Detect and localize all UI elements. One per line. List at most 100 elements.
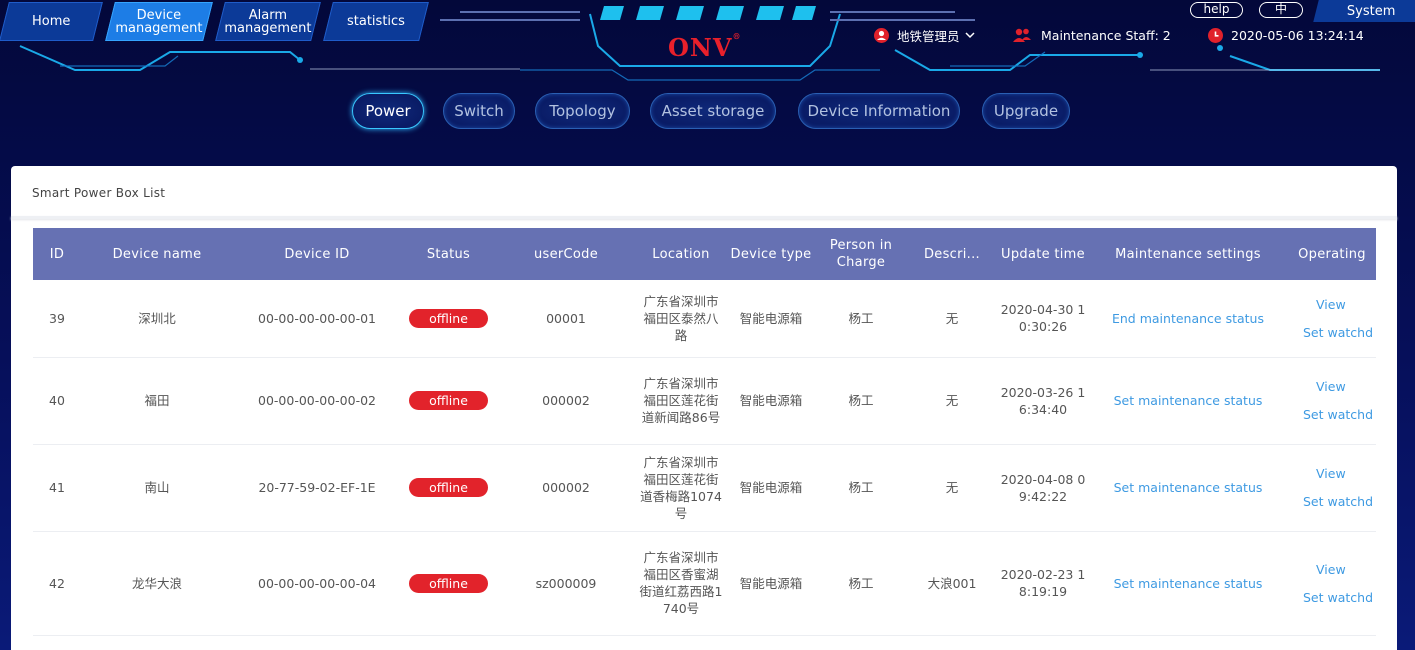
column-header[interactable]: Device name xyxy=(81,228,233,280)
cell-person: 杨工 xyxy=(816,531,906,636)
subtab-asset-storage[interactable]: Asset storage xyxy=(650,93,776,129)
end-maintenance-link[interactable]: End maintenance status xyxy=(1112,311,1264,326)
subtab-topology[interactable]: Topology xyxy=(535,93,630,129)
chevron-down-icon xyxy=(964,32,975,39)
power-box-table: ID Device name Device ID Status userCode… xyxy=(33,228,1376,636)
status-badge: offline xyxy=(409,573,488,593)
set-watchdog-link[interactable]: Set watchd xyxy=(1290,324,1374,341)
set-watchdog-link[interactable]: Set watchd xyxy=(1290,406,1374,423)
cell-location: 广东省深圳市福田区莲花街道香梅路1074号 xyxy=(636,444,726,532)
cell-device-id: 20-77-59-02-EF-1E xyxy=(233,444,401,532)
cell-location: 广东省深圳市福田区香蜜湖街道红荔西路1740号 xyxy=(636,531,726,636)
cell-id: 39 xyxy=(33,280,81,358)
cell-update-time: 2020-03-26 16:34:40 xyxy=(998,357,1088,445)
cell-device-id: 00-00-00-00-00-04 xyxy=(233,531,401,636)
cell-user-code: sz000009 xyxy=(496,531,636,636)
cell-location: 广东省深圳市福田区莲花街道新闻路86号 xyxy=(636,357,726,445)
cell-update-time: 2020-04-30 10:30:26 xyxy=(998,280,1088,358)
maintenance-staff-indicator: Maintenance Staff: 2 xyxy=(1011,26,1171,44)
cell-description: 大浪001 xyxy=(906,531,998,636)
set-maintenance-link[interactable]: Set maintenance status xyxy=(1114,576,1263,591)
subtab-upgrade[interactable]: Upgrade xyxy=(982,93,1070,129)
column-header[interactable]: Device type xyxy=(726,228,816,280)
clock-icon xyxy=(1208,27,1223,43)
language-button[interactable]: 中 xyxy=(1259,2,1303,18)
nav-tab-home[interactable]: Home xyxy=(0,2,103,41)
view-link[interactable]: View xyxy=(1290,296,1374,313)
cell-device-id: 00-00-00-00-00-01 xyxy=(233,280,401,358)
column-header[interactable]: Location xyxy=(636,228,726,280)
cell-device-name: 深圳北 xyxy=(81,280,233,358)
cell-device-name: 龙华大浪 xyxy=(81,531,233,636)
cell-location: 广东省深圳市福田区泰然八路 xyxy=(636,280,726,358)
column-header[interactable]: Device ID xyxy=(233,228,401,280)
current-datetime: 2020-05-06 13:24:14 xyxy=(1231,27,1364,43)
user-icon xyxy=(874,27,889,43)
cell-status: offline xyxy=(401,280,496,358)
cell-device-name: 南山 xyxy=(81,444,233,532)
datetime-display: 2020-05-06 13:24:14 xyxy=(1208,26,1364,44)
set-watchdog-link[interactable]: Set watchd xyxy=(1290,493,1374,510)
column-header[interactable]: userCode xyxy=(496,228,636,280)
subtab-power[interactable]: Power xyxy=(352,93,424,129)
column-header[interactable]: Maintenance settings xyxy=(1088,228,1288,280)
nav-tab-alarm-management[interactable]: Alarm management xyxy=(215,2,321,41)
staff-icon xyxy=(1013,28,1031,42)
cell-device-type: 智能电源箱 xyxy=(726,444,816,532)
nav-tab-device-management[interactable]: Device management xyxy=(105,2,213,41)
cell-user-code: 000002 xyxy=(496,357,636,445)
content-panel: Smart Power Box List ID Device name Devi… xyxy=(11,166,1397,650)
cell-person: 杨工 xyxy=(816,444,906,532)
view-link[interactable]: View xyxy=(1290,465,1374,482)
set-maintenance-link[interactable]: Set maintenance status xyxy=(1114,393,1263,408)
view-link[interactable]: View xyxy=(1290,561,1374,578)
cell-description: 无 xyxy=(906,444,998,532)
column-header[interactable]: Person in Charge xyxy=(816,228,906,280)
table-row: 39 深圳北 00-00-00-00-00-01 offline 00001 广… xyxy=(33,280,1376,358)
cell-description: 无 xyxy=(906,280,998,358)
panel-divider xyxy=(11,216,1397,219)
cell-device-type: 智能电源箱 xyxy=(726,357,816,445)
nav-tab-statistics[interactable]: statistics xyxy=(323,2,429,41)
subtab-switch[interactable]: Switch xyxy=(443,93,515,129)
status-badge: offline xyxy=(409,308,488,328)
system-menu-button[interactable]: System xyxy=(1313,0,1415,22)
company-logo: ONV® xyxy=(668,31,742,62)
cell-operating: View Set watchd xyxy=(1288,444,1376,532)
column-header[interactable]: Descri... xyxy=(906,228,998,280)
cell-person: 杨工 xyxy=(816,357,906,445)
view-link[interactable]: View xyxy=(1290,378,1374,395)
column-header[interactable]: ID xyxy=(33,228,81,280)
subtab-device-information[interactable]: Device Information xyxy=(798,93,960,129)
cell-update-time: 2020-02-23 18:19:19 xyxy=(998,531,1088,636)
user-menu[interactable]: 地铁管理员 xyxy=(874,26,976,44)
table-row: 40 福田 00-00-00-00-00-02 offline 000002 广… xyxy=(33,357,1376,445)
cell-description: 无 xyxy=(906,357,998,445)
cell-status: offline xyxy=(401,444,496,532)
column-header[interactable]: Operating xyxy=(1288,228,1376,280)
column-header[interactable]: Status xyxy=(401,228,496,280)
table-header-row: ID Device name Device ID Status userCode… xyxy=(33,228,1376,280)
table-row: 41 南山 20-77-59-02-EF-1E offline 000002 广… xyxy=(33,444,1376,532)
cell-operating: View Set watchd xyxy=(1288,357,1376,445)
cell-id: 41 xyxy=(33,444,81,532)
cell-user-code: 00001 xyxy=(496,280,636,358)
user-name: 地铁管理员 xyxy=(897,28,960,44)
cell-update-time: 2020-04-08 09:42:22 xyxy=(998,444,1088,532)
cell-maintenance: Set maintenance status xyxy=(1088,531,1288,636)
column-header[interactable]: Update time xyxy=(998,228,1088,280)
cell-device-name: 福田 xyxy=(81,357,233,445)
panel-title: Smart Power Box List xyxy=(32,186,166,200)
cell-id: 42 xyxy=(33,531,81,636)
cell-operating: View Set watchd xyxy=(1288,280,1376,358)
cell-status: offline xyxy=(401,357,496,445)
help-button[interactable]: help xyxy=(1190,2,1243,18)
cell-maintenance: Set maintenance status xyxy=(1088,444,1288,532)
cell-device-type: 智能电源箱 xyxy=(726,531,816,636)
cell-device-type: 智能电源箱 xyxy=(726,280,816,358)
cell-id: 40 xyxy=(33,357,81,445)
set-maintenance-link[interactable]: Set maintenance status xyxy=(1114,480,1263,495)
set-watchdog-link[interactable]: Set watchd xyxy=(1290,589,1374,606)
table-row: 42 龙华大浪 00-00-00-00-00-04 offline sz0000… xyxy=(33,531,1376,636)
maintenance-staff-label: Maintenance Staff: 2 xyxy=(1041,27,1171,43)
